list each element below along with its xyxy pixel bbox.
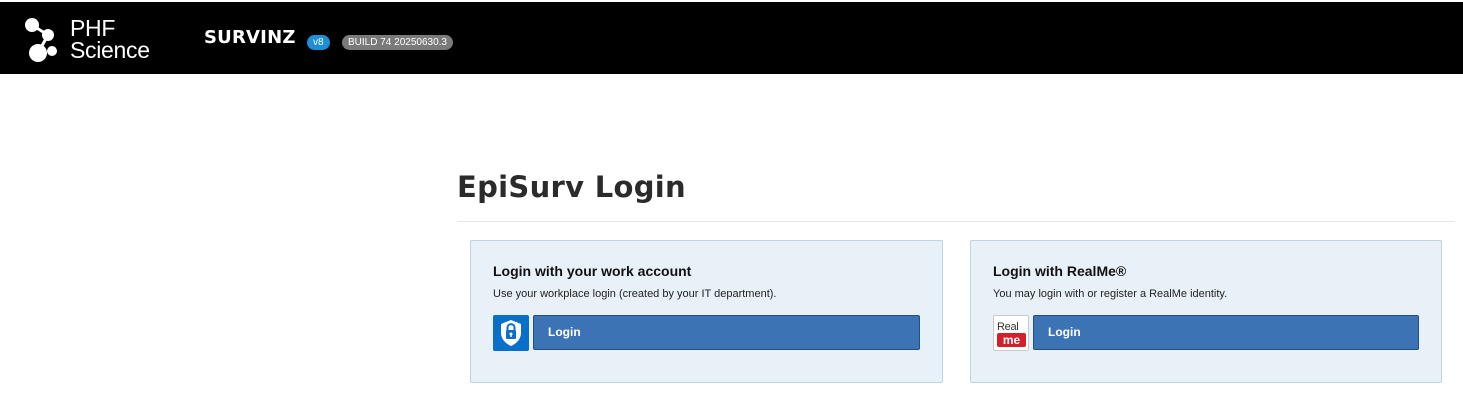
org-name-line1: PHF bbox=[70, 15, 116, 41]
title-divider bbox=[457, 221, 1455, 222]
realme-heading: Login with RealMe® bbox=[993, 263, 1127, 279]
realme-logo-icon: Real me bbox=[993, 315, 1029, 351]
realme-description: You may login with or register a RealMe … bbox=[993, 288, 1228, 300]
realme-logo-me-text: me bbox=[997, 333, 1026, 347]
app-name: SURVINZ bbox=[204, 27, 296, 48]
page-title: EpiSurv Login bbox=[457, 170, 686, 204]
work-account-heading: Login with your work account bbox=[493, 263, 692, 279]
top-header-bar: PHF Science SURVINZ v8 BUILD 74 20250630… bbox=[0, 2, 1463, 74]
org-logo-text: PHF Science bbox=[70, 15, 150, 63]
realme-panel: Login with RealMe® You may login with or… bbox=[970, 240, 1442, 383]
padlock-shield-icon bbox=[493, 315, 529, 351]
work-account-description: Use your workplace login (created by you… bbox=[493, 288, 777, 300]
realme-logo-real-text: Real bbox=[997, 321, 1019, 333]
phf-molecule-logo-icon bbox=[25, 18, 57, 62]
work-account-panel: Login with your work account Use your wo… bbox=[470, 240, 943, 383]
version-badge: v8 bbox=[307, 35, 330, 50]
build-badge: BUILD 74 20250630.3 bbox=[342, 35, 453, 50]
org-name-line2: Science bbox=[70, 37, 150, 63]
realme-login-button[interactable]: Login bbox=[1033, 315, 1419, 350]
work-account-login-button[interactable]: Login bbox=[533, 315, 920, 350]
